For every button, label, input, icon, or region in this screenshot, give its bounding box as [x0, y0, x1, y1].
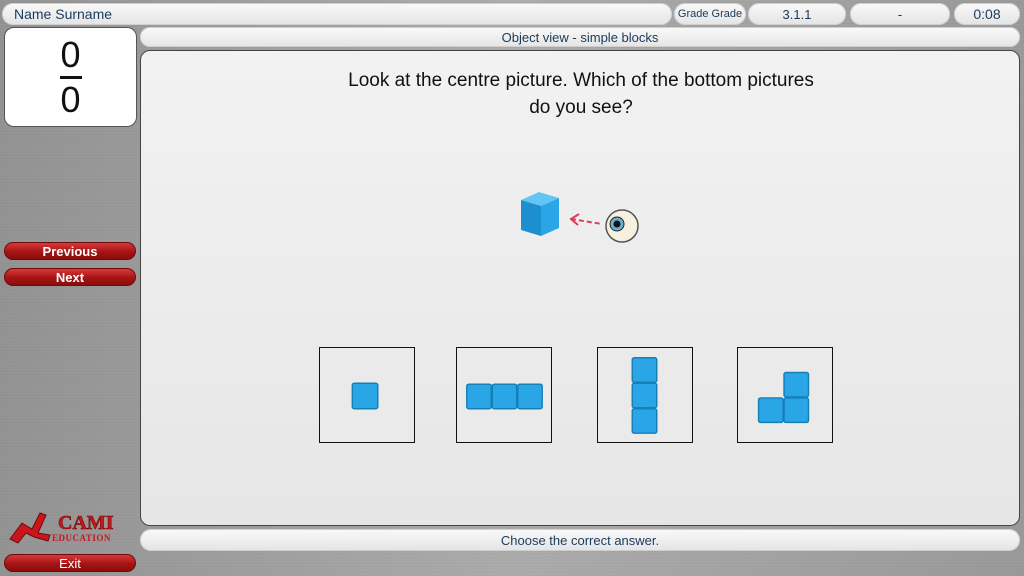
level-bar: 3.1.1 [748, 3, 846, 25]
section-title: Object view - simple blocks [501, 29, 659, 45]
student-name: Name Surname [14, 6, 113, 22]
logo-subtitle: EDUCATION [52, 533, 111, 543]
next-button[interactable]: Next [4, 268, 136, 286]
instruction-bar: Choose the correct answer. [140, 529, 1020, 551]
previous-button[interactable]: Previous [4, 242, 136, 260]
answer-option-4[interactable] [737, 347, 833, 443]
answer-option-2[interactable] [456, 347, 552, 443]
question-text: Look at the centre picture. Which of the… [141, 67, 1021, 121]
cube-icon [521, 192, 559, 236]
instruction-text: Choose the correct answer. [500, 532, 660, 548]
question-line-1: Look at the centre picture. Which of the… [348, 70, 814, 91]
answer-option-1[interactable] [319, 347, 415, 443]
runner-icon [9, 512, 51, 544]
grade-label: Grade Grade [677, 8, 743, 20]
answer-option-3[interactable] [597, 347, 693, 443]
logo-title: CAMI [58, 512, 114, 534]
timer-label: 0:08 [973, 6, 1001, 22]
grade-bar: Grade Grade [674, 3, 746, 25]
timer-bar: 0:08 [954, 3, 1020, 25]
level-label: 3.1.1 [782, 6, 812, 22]
score-total: 0 [60, 78, 81, 120]
eye-icon [605, 209, 639, 243]
attempt-label: - [897, 6, 903, 22]
single-block-icon [351, 382, 379, 410]
exit-button[interactable]: Exit [4, 554, 136, 572]
cami-logo: CAMI EDUCATION [6, 505, 136, 547]
question-panel: Look at the centre picture. Which of the… [140, 50, 1020, 526]
three-blocks-horizontal-icon [466, 383, 543, 410]
attempt-bar: - [850, 3, 950, 25]
arrow-icon [569, 213, 603, 226]
three-blocks-vertical-icon [631, 357, 658, 434]
center-picture [511, 186, 651, 246]
student-name-bar: Name Surname [2, 3, 672, 25]
score-box: 0 0 [4, 27, 137, 127]
score-correct: 0 [60, 33, 81, 75]
section-title-bar: Object view - simple blocks [140, 27, 1020, 47]
question-line-2: do you see? [529, 97, 633, 118]
l-shape-blocks-icon [757, 371, 810, 424]
